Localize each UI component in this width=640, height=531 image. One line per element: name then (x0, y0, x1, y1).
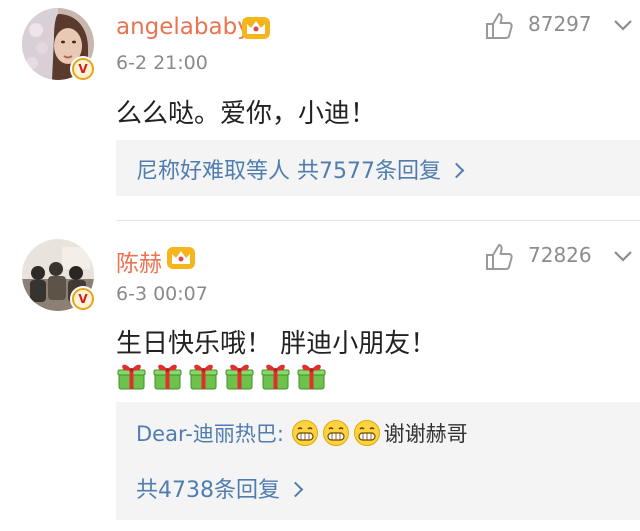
vip-crown-icon (167, 247, 195, 269)
divider (116, 220, 640, 221)
reply-username[interactable]: Dear-迪丽热巴: (136, 422, 284, 446)
reply-summary-text: 共4738条回复 (136, 478, 280, 503)
reply-summary-link[interactable]: 尼称好难取等人 共7577条回复 (136, 153, 465, 185)
verified-v-icon: V (70, 56, 96, 82)
reply-text: 谢谢赫哥 (383, 422, 468, 446)
reply-summary-text: 尼称好难取等人 共7577条回复 (136, 159, 441, 184)
grin-emoji-icon (322, 420, 349, 446)
gift-icon (117, 364, 146, 390)
chevron-down-icon[interactable] (612, 14, 634, 36)
thumb-up-icon[interactable] (484, 11, 514, 41)
comment-username[interactable]: angelababy (116, 14, 251, 40)
comment-text: 生日快乐哦！ 胖迪小朋友！ (116, 329, 437, 359)
comment-username[interactable]: 陈赫 (116, 244, 162, 278)
comment-text: 么么哒。爱你，小迪！ (116, 99, 377, 129)
gift-icon (297, 364, 326, 390)
chevron-down-icon[interactable] (612, 245, 634, 267)
chevron-right-icon (287, 481, 304, 498)
thumb-up-icon[interactable] (484, 242, 514, 272)
comment-time: 6-2 21:00 (116, 52, 208, 74)
gift-emoji-row (116, 361, 327, 390)
reply-line[interactable]: Dear-迪丽热巴: 谢谢赫哥 (136, 418, 468, 448)
gift-icon (261, 364, 290, 390)
gift-icon (153, 364, 182, 390)
reply-emojis (291, 420, 384, 446)
verified-v-icon: V (70, 286, 96, 312)
comment-time: 6-3 00:07 (116, 283, 208, 305)
chevron-right-icon (448, 162, 465, 179)
comment-item: V angelababy 6-2 21:00 87297 么么哒。爱你，小迪！ … (0, 0, 640, 222)
grin-emoji-icon (353, 420, 380, 446)
like-count: 87297 (528, 12, 592, 36)
reply-box[interactable]: Dear-迪丽热巴: 谢谢赫哥 共4738条回复 (116, 402, 640, 520)
like-count: 72826 (528, 243, 592, 267)
gift-icon (225, 364, 254, 390)
comment-item: V 陈赫 6-3 00:07 72826 生日快乐哦！ 胖迪小朋友！ Dear-… (0, 222, 640, 531)
reply-summary-box[interactable]: 尼称好难取等人 共7577条回复 (116, 140, 640, 196)
grin-emoji-icon (291, 420, 318, 446)
reply-summary-link[interactable]: 共4738条回复 (136, 472, 304, 504)
gift-icon (189, 364, 218, 390)
vip-crown-icon (242, 17, 270, 39)
